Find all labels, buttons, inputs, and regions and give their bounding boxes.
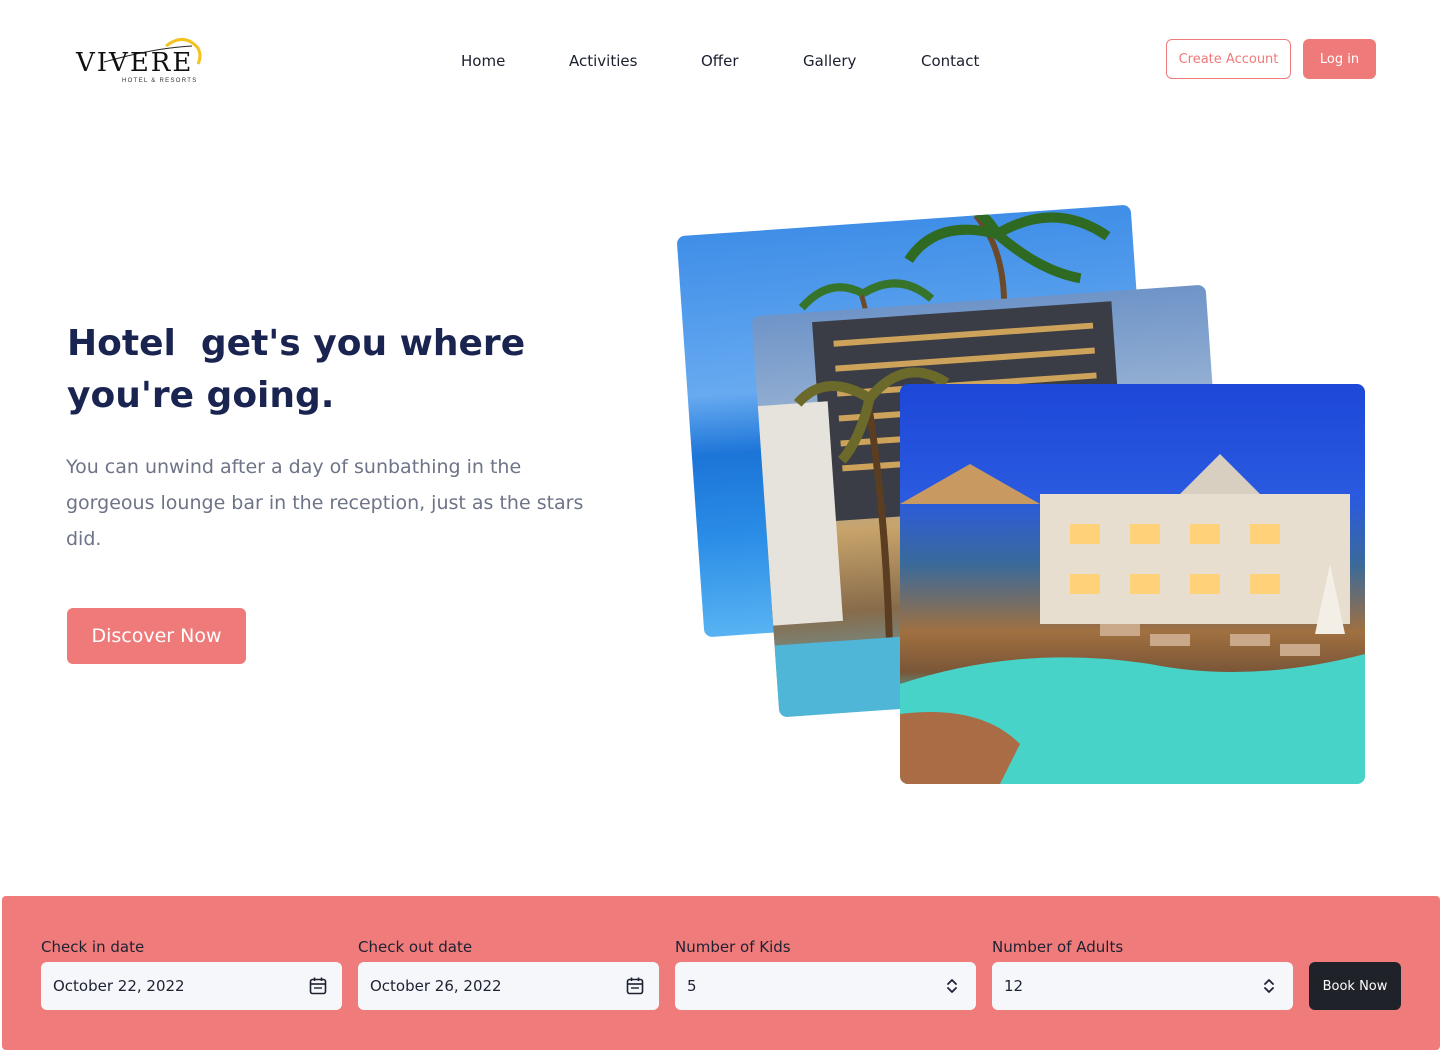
- discover-now-button[interactable]: Discover Now: [67, 608, 246, 664]
- login-button[interactable]: Log in: [1303, 39, 1376, 79]
- check-out-label: Check out date: [358, 938, 473, 956]
- booking-bar: Check in date October 22, 2022 Check out…: [2, 896, 1440, 1050]
- kids-stepper[interactable]: 5: [675, 962, 976, 1010]
- check-out-value: October 26, 2022: [370, 977, 502, 995]
- kids-label: Number of Kids: [675, 938, 791, 956]
- hero-description: You can unwind after a day of sunbathing…: [66, 456, 584, 550]
- up-down-chevron-icon[interactable]: [942, 976, 962, 996]
- nav-offer[interactable]: Offer: [701, 52, 739, 70]
- nav-home[interactable]: Home: [461, 52, 505, 70]
- resort-pool-icon: [900, 454, 1365, 784]
- calendar-icon[interactable]: [308, 976, 328, 996]
- logo-tagline: HOTEL & RESORTS: [122, 78, 198, 84]
- adults-stepper[interactable]: 12: [992, 962, 1293, 1010]
- up-down-chevron-icon[interactable]: [1259, 976, 1279, 996]
- calendar-icon[interactable]: [625, 976, 645, 996]
- adults-field: Number of Adults 12: [992, 936, 1293, 1010]
- kids-value: 5: [687, 977, 697, 995]
- nav-gallery[interactable]: Gallery: [803, 52, 856, 70]
- check-in-value: October 22, 2022: [53, 977, 185, 995]
- check-in-label: Check in date: [41, 938, 145, 956]
- nav-contact[interactable]: Contact: [921, 52, 979, 70]
- book-now-button[interactable]: Book Now: [1309, 962, 1401, 1010]
- check-in-date-picker[interactable]: October 22, 2022: [41, 962, 342, 1010]
- check-out-field: Check out date October 26, 2022: [358, 936, 659, 1010]
- hotel-photo-resort-pool: [900, 384, 1365, 784]
- check-out-date-picker[interactable]: October 26, 2022: [358, 962, 659, 1010]
- nav-activities[interactable]: Activities: [569, 52, 637, 70]
- check-in-field: Check in date October 22, 2022: [41, 936, 342, 1010]
- adults-value: 12: [1004, 977, 1024, 995]
- kids-field: Number of Kids 5: [675, 936, 976, 1010]
- logo-wordmark: VIVERE: [76, 48, 194, 78]
- hero-title: Hotel get's you where you're going.: [67, 323, 538, 416]
- adults-label: Number of Adults: [992, 938, 1124, 956]
- create-account-button[interactable]: Create Account: [1166, 39, 1291, 79]
- brand-logo[interactable]: VIVERE HOTEL & RESORTS: [74, 34, 204, 90]
